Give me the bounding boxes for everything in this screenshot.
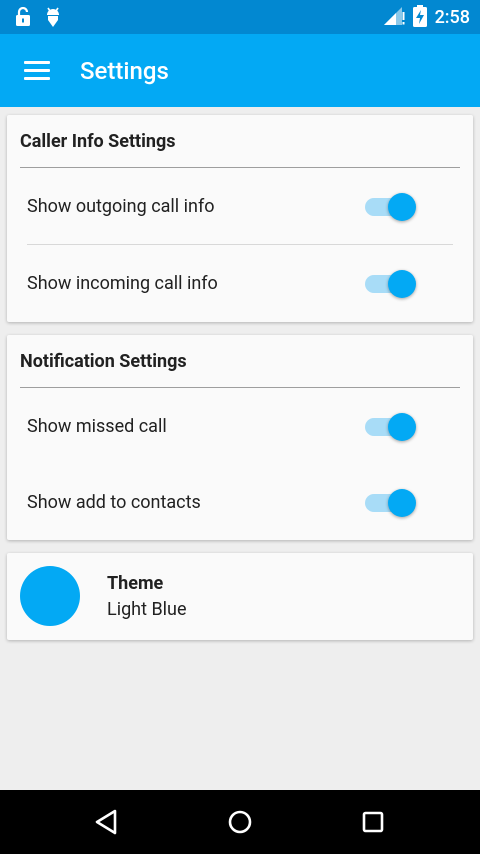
setting-label: Show incoming call info	[27, 273, 218, 294]
home-icon[interactable]	[222, 804, 258, 840]
theme-value: Light Blue	[107, 599, 187, 620]
status-time: 2:58	[434, 7, 470, 28]
setting-row-add-contacts[interactable]: Show add to contacts	[7, 464, 473, 540]
setting-label: Show missed call	[27, 416, 167, 437]
notification-card: Notification Settings Show missed call S…	[7, 335, 473, 540]
app-bar: Settings	[0, 34, 480, 107]
outgoing-call-info-toggle[interactable]	[365, 190, 417, 222]
setting-row-outgoing[interactable]: Show outgoing call info	[7, 168, 473, 244]
caller-info-header: Caller Info Settings	[20, 131, 176, 152]
incoming-call-info-toggle[interactable]	[365, 267, 417, 299]
setting-label: Show add to contacts	[27, 492, 201, 513]
theme-color-swatch	[20, 566, 80, 626]
page-title: Settings	[80, 57, 169, 85]
recents-icon[interactable]	[355, 804, 391, 840]
navigation-bar	[0, 790, 480, 854]
setting-row-incoming[interactable]: Show incoming call info	[7, 245, 473, 321]
setting-label: Show outgoing call info	[27, 196, 215, 217]
battery-charging-icon	[412, 5, 427, 31]
hamburger-menu-icon[interactable]	[24, 61, 50, 81]
back-icon[interactable]	[88, 804, 124, 840]
setting-row-missed-call[interactable]: Show missed call	[7, 388, 473, 464]
status-bar: 2:58	[0, 0, 480, 34]
add-to-contacts-toggle[interactable]	[365, 486, 417, 518]
signal-icon	[383, 6, 405, 30]
android-debug-icon	[44, 6, 62, 32]
lock-icon	[14, 6, 32, 31]
missed-call-toggle[interactable]	[365, 410, 417, 442]
theme-card[interactable]: Theme Light Blue	[7, 553, 473, 640]
caller-info-card: Caller Info Settings Show outgoing call …	[7, 115, 473, 322]
theme-title: Theme	[107, 573, 164, 594]
notification-header: Notification Settings	[20, 351, 187, 372]
